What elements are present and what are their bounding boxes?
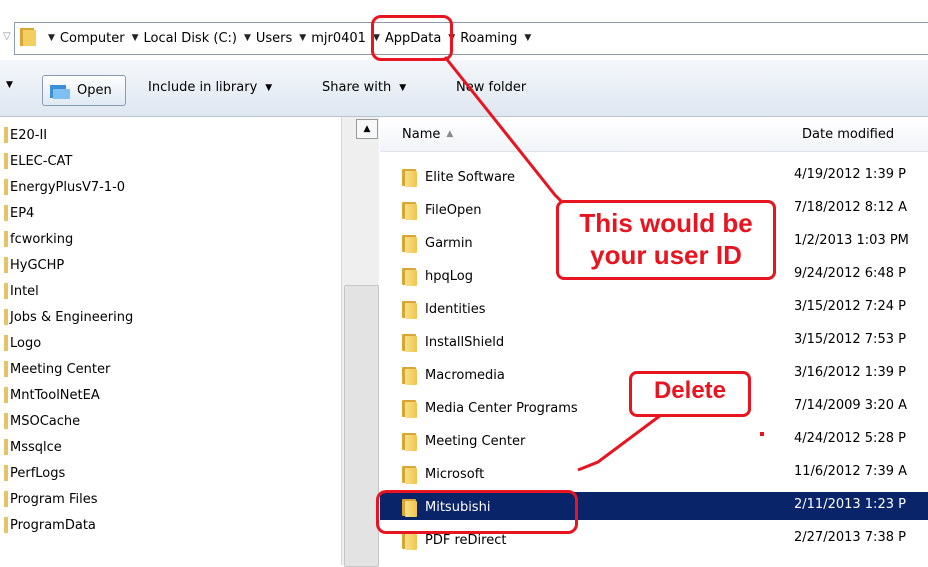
nav-item[interactable]: EnergyPlusV7-1-0	[3, 177, 125, 197]
crumb-roaming[interactable]: ▼ Roaming ▼	[448, 31, 536, 46]
nav-item[interactable]: E20-II	[3, 125, 47, 145]
column-header-name[interactable]: Name ▲	[380, 117, 795, 152]
folder-icon	[402, 299, 418, 319]
nav-item[interactable]: fcworking	[3, 229, 73, 249]
folder-icon	[402, 233, 418, 253]
scroll-up-arrow-icon[interactable]: ▲	[356, 119, 378, 139]
chevron-right-icon[interactable]: ▼	[132, 33, 139, 43]
nav-item[interactable]: PerfLogs	[3, 463, 65, 483]
navigation-pane: E20-II ELEC-CAT EnergyPlusV7-1-0 EP4 fcw…	[0, 117, 358, 565]
crumb-local-disk[interactable]: ▼ Local Disk (C:)	[132, 31, 237, 46]
scrollbar-thumb[interactable]	[344, 285, 379, 567]
chevron-right-icon[interactable]: ▼	[244, 33, 251, 43]
nav-item[interactable]: MSOCache	[3, 411, 80, 431]
annotation-dot	[760, 432, 764, 436]
nav-item[interactable]: Intel	[4, 281, 39, 301]
breadcrumb: ▼ Computer ▼ Local Disk (C:) ▼ Users ▼ mjr04…	[41, 26, 536, 50]
sort-ascending-icon: ▲	[446, 129, 454, 139]
folder-icon	[402, 167, 418, 187]
share-with-button[interactable]: Share with ▼	[322, 80, 406, 95]
folder-icon	[20, 28, 36, 46]
back-arrow-icon[interactable]: ▽	[3, 31, 11, 42]
nav-scrollbar[interactable]: ▲	[341, 117, 379, 567]
nav-item[interactable]: Jobs & Engineering	[3, 307, 133, 327]
chevron-right-icon[interactable]: ▼	[48, 33, 55, 43]
nav-item[interactable]: Program Files	[4, 489, 98, 509]
nav-item[interactable]: ProgramData	[4, 515, 96, 535]
folder-icon	[402, 398, 418, 418]
user-id-callout: This would be your user ID	[556, 200, 776, 280]
delete-callout: Delete	[629, 371, 751, 417]
nav-item[interactable]: HyGCHP	[3, 255, 64, 275]
chevron-down-icon: ▼	[265, 82, 273, 93]
crumb-user-id[interactable]: ▼ mjr0401	[299, 31, 366, 46]
open-label: Open	[77, 83, 112, 98]
nav-item[interactable]: Mssqlce	[4, 437, 62, 457]
nav-item[interactable]: EP4	[3, 203, 34, 223]
user-id-highlight	[371, 15, 453, 61]
folder-icon	[402, 200, 418, 220]
chevron-down-icon[interactable]: ▼	[524, 33, 531, 43]
folder-icon	[402, 464, 418, 484]
chevron-down-icon: ▼	[399, 82, 407, 93]
crumb-computer[interactable]: ▼ Computer	[48, 31, 125, 46]
folder-icon	[402, 266, 418, 286]
file-row[interactable]: Microsoft 11/6/2012 7:39 A	[380, 459, 928, 487]
file-row[interactable]: Elite Software 4/19/2012 1:39 P	[380, 162, 928, 190]
crumb-users[interactable]: ▼ Users	[244, 31, 292, 46]
chevron-right-icon[interactable]: ▼	[299, 33, 306, 43]
folder-icon	[402, 365, 418, 385]
file-row[interactable]: Meeting Center 4/24/2012 5:28 P	[380, 426, 928, 454]
open-folder-icon	[50, 84, 70, 99]
folder-icon	[402, 431, 418, 451]
nav-item[interactable]: ELEC-CAT	[3, 151, 72, 171]
nav-item[interactable]: Meeting Center	[3, 359, 110, 379]
nav-item[interactable]: MntToolNetEA	[4, 385, 100, 405]
address-bar[interactable]: ▽ ▼ Computer ▼ Local Disk (C:) ▼ Users ▼ mjr…	[3, 22, 928, 55]
file-row[interactable]: InstallShield 3/15/2012 7:53 P	[380, 327, 928, 355]
command-bar: ▼ Open Include in library ▼ Share with ▼ N…	[0, 60, 928, 117]
mitsubishi-highlight	[376, 490, 578, 534]
include-in-library-button[interactable]: Include in library ▼	[148, 80, 272, 95]
organize-caret-icon[interactable]: ▼	[6, 80, 13, 90]
address-bar-region: ▽ ▼ Computer ▼ Local Disk (C:) ▼ Users ▼ mjr…	[0, 0, 928, 60]
nav-item[interactable]: Logo	[3, 333, 41, 353]
file-row[interactable]: Identities 3/15/2012 7:24 P	[380, 294, 928, 322]
new-folder-button[interactable]: New folder	[456, 80, 526, 95]
folder-icon	[402, 332, 418, 352]
column-header-date[interactable]: Date modified	[794, 117, 928, 152]
open-button[interactable]: Open	[42, 75, 126, 106]
